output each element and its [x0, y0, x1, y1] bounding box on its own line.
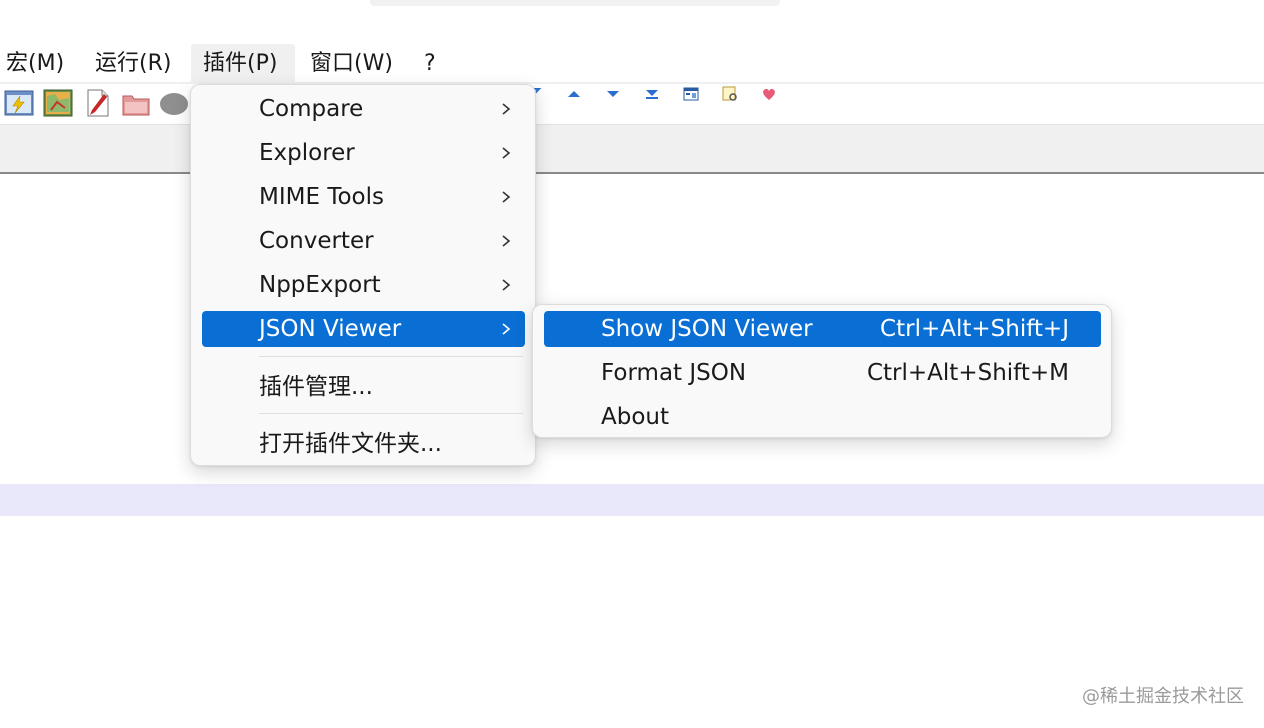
menu-item-shortcut: Ctrl+Alt+Shift+M	[866, 360, 1069, 386]
menu-item-label: MIME Tools	[259, 184, 384, 210]
menu-help[interactable]: ?	[418, 44, 442, 84]
menu-item-json-viewer[interactable]: JSON Viewer	[202, 311, 525, 347]
menu-window[interactable]: 窗口(W)	[304, 44, 399, 84]
note-search-icon[interactable]	[722, 86, 738, 102]
menu-item-label: About	[601, 404, 670, 430]
menu-item-label: NppExport	[259, 272, 381, 298]
folder-icon[interactable]	[121, 88, 151, 118]
menu-run[interactable]: 运行(R)	[89, 44, 177, 84]
menu-separator	[259, 413, 523, 414]
menu-item-converter[interactable]: Converter	[202, 223, 525, 259]
chevron-right-icon	[499, 311, 513, 347]
chevron-right-icon	[499, 135, 513, 171]
menu-item-explorer[interactable]: Explorer	[202, 135, 525, 171]
chevron-right-icon	[499, 179, 513, 215]
macro-run-icon[interactable]	[4, 88, 34, 118]
menu-item-plugin-manager[interactable]: 插件管理...	[202, 369, 525, 405]
menu-separator	[259, 356, 523, 357]
plugins-dropdown: Compare Explorer MIME Tools Converter Np…	[190, 84, 536, 466]
menu-item-label: Format JSON	[601, 360, 747, 386]
arrow-up-icon[interactable]	[566, 86, 582, 102]
menu-item-label: Show JSON Viewer	[601, 316, 813, 342]
menu-item-open-plugins-folder[interactable]: 打开插件文件夹...	[202, 426, 525, 462]
gray-blob-icon[interactable]	[158, 88, 188, 118]
chevron-right-icon	[499, 267, 513, 303]
menu-item-nppexport[interactable]: NppExport	[202, 267, 525, 303]
menu-item-label: JSON Viewer	[259, 316, 402, 342]
menu-bar: 宏(M) 运行(R) 插件(P) 窗口(W) ?	[0, 44, 1264, 84]
menu-item-shortcut: Ctrl+Alt+Shift+J	[880, 316, 1069, 342]
watermark: @稀土掘金技术社区	[1082, 686, 1244, 707]
menu-item-about[interactable]: About	[544, 399, 1101, 435]
menu-item-show-json-viewer[interactable]: Show JSON Viewer Ctrl+Alt+Shift+J	[544, 311, 1101, 347]
panel-icon[interactable]	[683, 86, 699, 102]
arrow-down-icon[interactable]	[605, 86, 621, 102]
current-line-highlight	[0, 484, 1264, 516]
menu-item-format-json[interactable]: Format JSON Ctrl+Alt+Shift+M	[544, 355, 1101, 391]
menu-item-compare[interactable]: Compare	[202, 91, 525, 127]
chevron-right-icon	[499, 223, 513, 259]
menu-plugins[interactable]: 插件(P)	[191, 44, 295, 84]
arrow-bottom-icon[interactable]	[644, 86, 660, 102]
heart-icon[interactable]	[761, 86, 777, 102]
menu-item-mime-tools[interactable]: MIME Tools	[202, 179, 525, 215]
menu-item-label: Converter	[259, 228, 374, 254]
menu-item-label: Explorer	[259, 140, 355, 166]
map-icon[interactable]	[43, 88, 73, 118]
chevron-right-icon	[499, 91, 513, 127]
menu-item-label: Compare	[259, 96, 364, 122]
menu-item-label: 插件管理...	[259, 374, 373, 400]
document-pen-icon[interactable]	[82, 88, 112, 118]
top-window-edge	[370, 0, 780, 6]
menu-macro[interactable]: 宏(M)	[0, 44, 70, 84]
json-viewer-submenu: Show JSON Viewer Ctrl+Alt+Shift+J Format…	[532, 304, 1112, 438]
menu-item-label: 打开插件文件夹...	[259, 431, 442, 457]
